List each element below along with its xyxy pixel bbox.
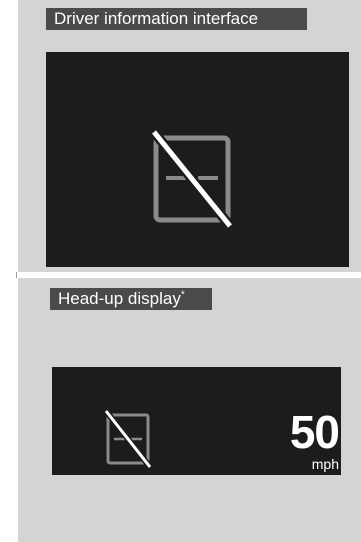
driver-info-interface-label-text: Driver information interface [54, 9, 259, 28]
head-up-display-label-text: Head-up display [58, 289, 181, 308]
footnote-mark: * [180, 289, 185, 301]
lane-keeping-off-icon [150, 128, 234, 230]
hud-speed-unit: mph [311, 456, 339, 472]
head-up-display-label: Head-up display* [50, 288, 212, 310]
hud-speed-value: 50 [289, 406, 340, 458]
driver-info-interface-label: Driver information interface [46, 8, 307, 30]
lane-keeping-off-icon [104, 409, 152, 469]
